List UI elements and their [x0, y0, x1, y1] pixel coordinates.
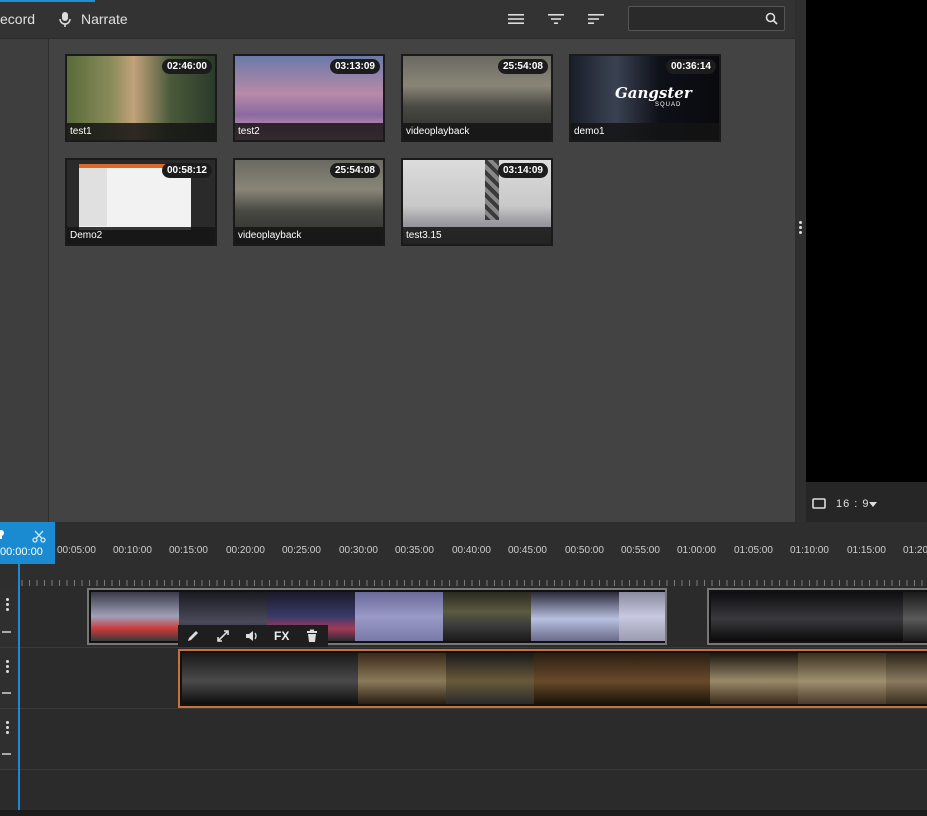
ruler-label: 00:20:00 [226, 545, 265, 556]
microphone-icon[interactable] [56, 10, 74, 28]
horizontal-scrollbar[interactable] [0, 810, 927, 816]
track-volume-line[interactable] [2, 753, 11, 755]
duration-badge: 25:54:08 [497, 59, 548, 74]
top-toolbar: ecord Narrate [0, 0, 795, 39]
media-title: videoplayback [235, 227, 383, 244]
marker-icon [0, 530, 4, 539]
ruler-label: 01:20 [903, 545, 927, 556]
media-item[interactable]: 03:13:09 test2 [233, 54, 385, 142]
media-title: test3.15 [403, 227, 551, 244]
current-time: 00:00:00 [0, 546, 43, 558]
track-3[interactable] [20, 709, 927, 770]
search-box[interactable] [628, 6, 785, 31]
duration-badge: 00:58:12 [161, 163, 212, 178]
ruler-label: 00:30:00 [339, 545, 378, 556]
video-preview [806, 0, 927, 482]
scissors-icon[interactable] [32, 530, 46, 543]
clip-toolbar: FX [178, 625, 328, 647]
list-view-icon[interactable] [507, 10, 525, 28]
ruler-label: 00:45:00 [508, 545, 547, 556]
media-title: videoplayback [403, 123, 551, 140]
search-input[interactable] [635, 10, 764, 29]
filter-icon[interactable] [547, 10, 565, 28]
media-library: 02:46:00 test1 03:13:09 test2 25:54:08 v… [49, 39, 795, 522]
resize-icon[interactable] [216, 629, 230, 643]
video-clip[interactable] [87, 588, 667, 645]
pencil-icon[interactable] [186, 629, 200, 643]
media-item[interactable]: 03:14:09 test3.15 [401, 158, 553, 246]
media-title: demo1 [571, 123, 719, 140]
ruler-label: 00:05:00 [57, 545, 96, 556]
ruler-label: 00:50:00 [565, 545, 604, 556]
search-icon[interactable] [765, 12, 778, 25]
ruler-label: 01:10:00 [790, 545, 829, 556]
ruler-label: 00:15:00 [169, 545, 208, 556]
trash-icon[interactable] [305, 629, 319, 643]
ruler-label: 00:10:00 [113, 545, 152, 556]
volume-icon[interactable] [245, 629, 259, 643]
ruler-label: 01:05:00 [734, 545, 773, 556]
ruler-label: 00:40:00 [452, 545, 491, 556]
video-clip[interactable] [707, 588, 927, 645]
media-item[interactable]: 02:46:00 test1 [65, 54, 217, 142]
track-volume-line[interactable] [2, 631, 11, 633]
duration-badge: 03:14:09 [497, 163, 548, 178]
ruler-label: 01:00:00 [677, 545, 716, 556]
narrate-button[interactable]: Narrate [81, 11, 128, 27]
ruler-label: 00:25:00 [282, 545, 321, 556]
track-controls[interactable] [0, 586, 20, 648]
media-title: test1 [67, 123, 215, 140]
thumbnail-overlay-subtitle: SQUAD [655, 102, 682, 108]
chevron-down-icon[interactable] [869, 502, 877, 507]
duration-badge: 03:13:09 [329, 59, 380, 74]
track-menu-icon[interactable] [6, 598, 9, 613]
track-controls[interactable] [0, 648, 20, 709]
panel-resize-handle[interactable] [795, 0, 806, 522]
drag-handle-icon[interactable] [799, 221, 802, 236]
active-tab-indicator [0, 0, 95, 2]
playhead-line[interactable] [18, 564, 20, 816]
media-item[interactable]: 25:54:08 videoplayback [233, 158, 385, 246]
left-panel-strip [0, 39, 49, 522]
media-item[interactable]: 25:54:08 videoplayback [401, 54, 553, 142]
media-title: Demo2 [67, 227, 215, 244]
media-item[interactable]: 00:58:12 Demo2 [65, 158, 217, 246]
ruler-label: 00:55:00 [621, 545, 660, 556]
track-controls[interactable] [0, 709, 20, 770]
track-menu-icon[interactable] [6, 660, 9, 675]
track-menu-icon[interactable] [6, 721, 9, 736]
duration-badge: 00:36:14 [665, 59, 716, 74]
record-button[interactable]: ecord [0, 11, 35, 27]
screen-icon [812, 498, 826, 509]
fx-button[interactable]: FX [274, 629, 289, 643]
sort-icon[interactable] [587, 10, 605, 28]
ruler-ticks [21, 580, 923, 586]
ruler-label: 01:15:00 [847, 545, 886, 556]
track-volume-line[interactable] [2, 692, 11, 694]
thumbnail-overlay-title: Gangster [615, 84, 692, 102]
aspect-ratio-selector[interactable]: 16 : 9 [836, 498, 870, 510]
ruler-label: 00:35:00 [395, 545, 434, 556]
playhead-time-box[interactable]: 00:00:00 [0, 522, 55, 564]
duration-badge: 02:46:00 [161, 59, 212, 74]
duration-badge: 25:54:08 [329, 163, 380, 178]
media-item[interactable]: Gangster SQUAD 00:36:14 demo1 [569, 54, 721, 142]
media-title: test2 [235, 123, 383, 140]
video-clip-selected[interactable] [178, 649, 927, 708]
aspect-ratio-bar: 16 : 9 [806, 482, 927, 522]
